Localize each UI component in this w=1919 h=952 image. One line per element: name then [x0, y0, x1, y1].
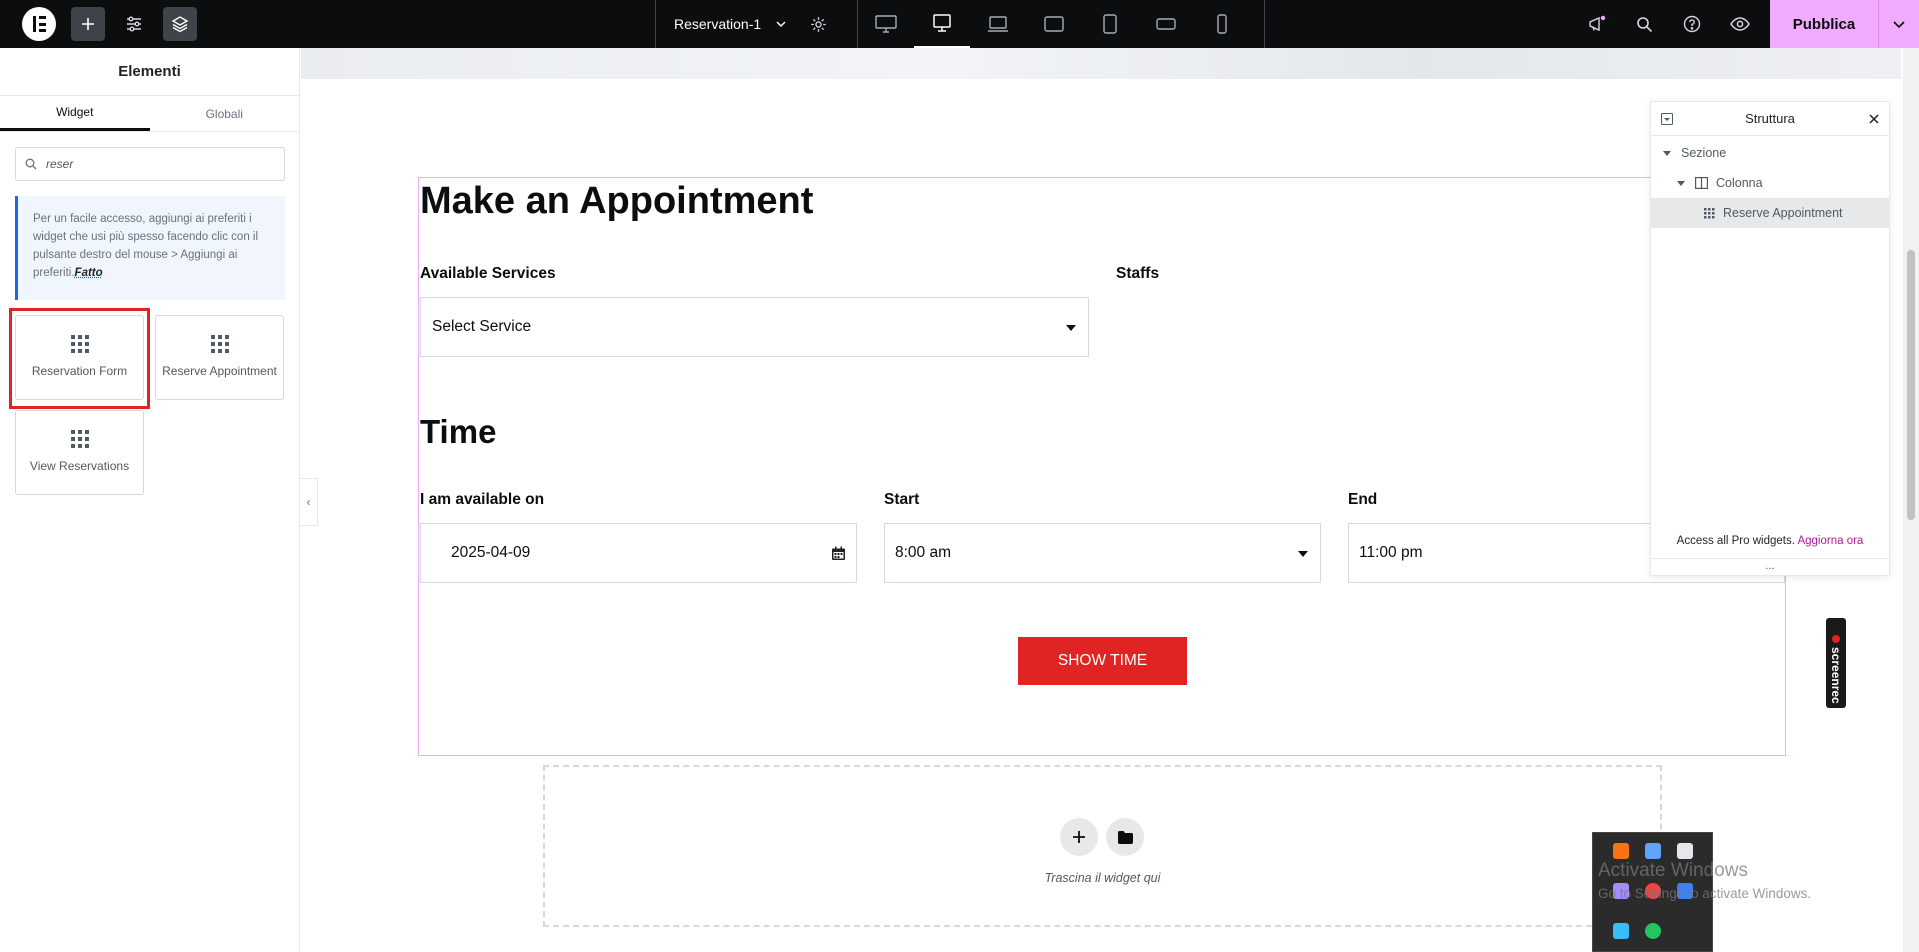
close-icon[interactable]: [1869, 114, 1879, 124]
navigator-item-label: Colonna: [1716, 176, 1763, 190]
document-title-dropdown[interactable]: Reservation-1: [655, 0, 820, 48]
time-heading: Time: [420, 413, 497, 450]
structure-layers-icon[interactable]: [163, 7, 197, 41]
tab-widget[interactable]: Widget: [0, 96, 150, 131]
help-question-icon[interactable]: [1675, 7, 1709, 41]
column-icon: [1695, 177, 1708, 189]
page-settings-gear-icon[interactable]: [801, 7, 835, 41]
record-dot-icon: [1832, 635, 1840, 644]
widescreen-device-icon[interactable]: [914, 0, 970, 48]
start-time-select[interactable]: 8:00 am: [884, 523, 1321, 583]
widget-reserve-appointment[interactable]: Reserve Appointment: [155, 315, 284, 400]
whats-new-megaphone-icon[interactable]: [1580, 7, 1614, 41]
search-icon: [25, 158, 37, 170]
xampp-tray-icon[interactable]: [1613, 843, 1629, 859]
publish-options-chevron-icon[interactable]: [1878, 0, 1919, 48]
tip-text: Per un facile accesso, aggiungi ai prefe…: [33, 213, 259, 279]
preview-eye-icon[interactable]: [1723, 7, 1757, 41]
navigator-collapse-icon[interactable]: [1661, 113, 1673, 125]
chevron-down-icon: [776, 21, 786, 27]
widget-label: Reserve Appointment: [162, 364, 277, 378]
start-label: Start: [884, 491, 920, 508]
upgrade-link[interactable]: Aggiorna ora: [1797, 535, 1863, 547]
panel-tabs: Widget Globali: [0, 96, 299, 132]
screenrec-label: screenrec: [1829, 647, 1843, 704]
date-label: I am available on: [420, 491, 545, 508]
show-time-button[interactable]: SHOW TIME: [1018, 637, 1187, 685]
widget-view-reservations[interactable]: View Reservations: [15, 410, 144, 495]
app-tray-icon[interactable]: [1613, 923, 1629, 939]
document-title: Reservation-1: [674, 16, 762, 32]
editor-topbar: Reservation-1 Pubblica: [0, 0, 1919, 48]
navigator-title: Struttura: [1745, 111, 1795, 126]
end-time-value: 11:00 pm: [1359, 544, 1423, 561]
grid-icon: [70, 430, 89, 448]
widget-label: View Reservations: [29, 459, 130, 473]
mobile-landscape-icon[interactable]: [1138, 0, 1194, 48]
previous-section-image: [301, 48, 1901, 79]
service-select[interactable]: Select Service: [420, 297, 1089, 357]
shield-tray-icon[interactable]: [1677, 843, 1693, 859]
staffs-label: Staffs: [1116, 265, 1160, 282]
site-settings-sliders-icon[interactable]: [117, 7, 151, 41]
end-label: End: [1348, 491, 1378, 508]
network-tray-icon[interactable]: [1645, 843, 1661, 859]
collapse-panel-chevron-icon[interactable]: ‹: [300, 478, 318, 526]
publish-label: Pubblica: [1792, 15, 1856, 33]
add-element-icon[interactable]: [71, 7, 105, 41]
add-section-dropzone[interactable]: [543, 765, 1662, 927]
navigator-item-widget[interactable]: Reserve Appointment: [1651, 198, 1889, 228]
check-circle-tray-icon[interactable]: [1645, 923, 1661, 939]
template-library-folder-icon[interactable]: [1106, 818, 1144, 856]
caret-down-icon: [1066, 325, 1076, 331]
panel-title: Elementi: [0, 48, 299, 96]
navigator-item-label: Reserve Appointment: [1723, 206, 1843, 220]
activate-windows-subtitle: Go to Settings to activate Windows.: [1598, 886, 1812, 901]
navigator-item-section[interactable]: Sezione: [1651, 138, 1889, 168]
mobile-portrait-icon[interactable]: [1194, 0, 1250, 48]
publish-button[interactable]: Pubblica: [1770, 0, 1919, 48]
navigator-promo: Access all Pro widgets. Aggiorna ora: [1651, 535, 1889, 547]
grid-icon: [210, 335, 229, 353]
tablet-portrait-icon[interactable]: [1082, 0, 1138, 48]
caret-down-icon: [1677, 180, 1685, 186]
tablet-landscape-icon[interactable]: [1026, 0, 1082, 48]
navigator-resize-handle[interactable]: ...: [1651, 558, 1889, 573]
scrollbar-thumb[interactable]: [1907, 250, 1915, 520]
tab-globali[interactable]: Globali: [150, 96, 300, 131]
service-select-value: Select Service: [432, 318, 532, 335]
grid-icon: [1704, 207, 1715, 218]
widget-search-input[interactable]: [15, 147, 285, 181]
structure-navigator: Struttura Sezione Colonna Reserve Appoin…: [1650, 101, 1890, 576]
appointment-heading: Make an Appointment: [420, 180, 814, 222]
calendar-icon[interactable]: [831, 546, 846, 561]
caret-down-icon: [1298, 551, 1308, 557]
elementor-logo-icon[interactable]: [22, 7, 56, 41]
responsive-device-bar: [857, 0, 1265, 48]
add-section-plus-icon[interactable]: [1060, 818, 1098, 856]
search-icon[interactable]: [1627, 7, 1661, 41]
screenrec-badge[interactable]: screenrec: [1826, 618, 1846, 708]
services-label: Available Services: [420, 265, 556, 282]
favorites-tip-notice: Per un facile accesso, aggiungi ai prefe…: [15, 196, 285, 300]
elements-panel: Elementi Widget Globali Per un facile ac…: [0, 48, 300, 952]
caret-down-icon: [1663, 150, 1671, 156]
activate-windows-title: Activate Windows: [1598, 860, 1748, 881]
laptop-device-icon[interactable]: [970, 0, 1026, 48]
tip-done-link[interactable]: Fatto: [75, 267, 103, 279]
promo-text: Access all Pro widgets.: [1676, 535, 1795, 547]
start-time-value: 8:00 am: [895, 544, 952, 561]
highlight-box: [9, 308, 150, 409]
dropzone-hint: Trascina il widget qui: [1044, 871, 1161, 885]
navigator-item-label: Sezione: [1681, 146, 1727, 160]
date-input[interactable]: 2025-04-09: [420, 523, 857, 583]
navigator-item-column[interactable]: Colonna: [1651, 168, 1889, 198]
date-value: 2025-04-09: [451, 544, 531, 561]
desktop-device-icon[interactable]: [858, 0, 914, 48]
